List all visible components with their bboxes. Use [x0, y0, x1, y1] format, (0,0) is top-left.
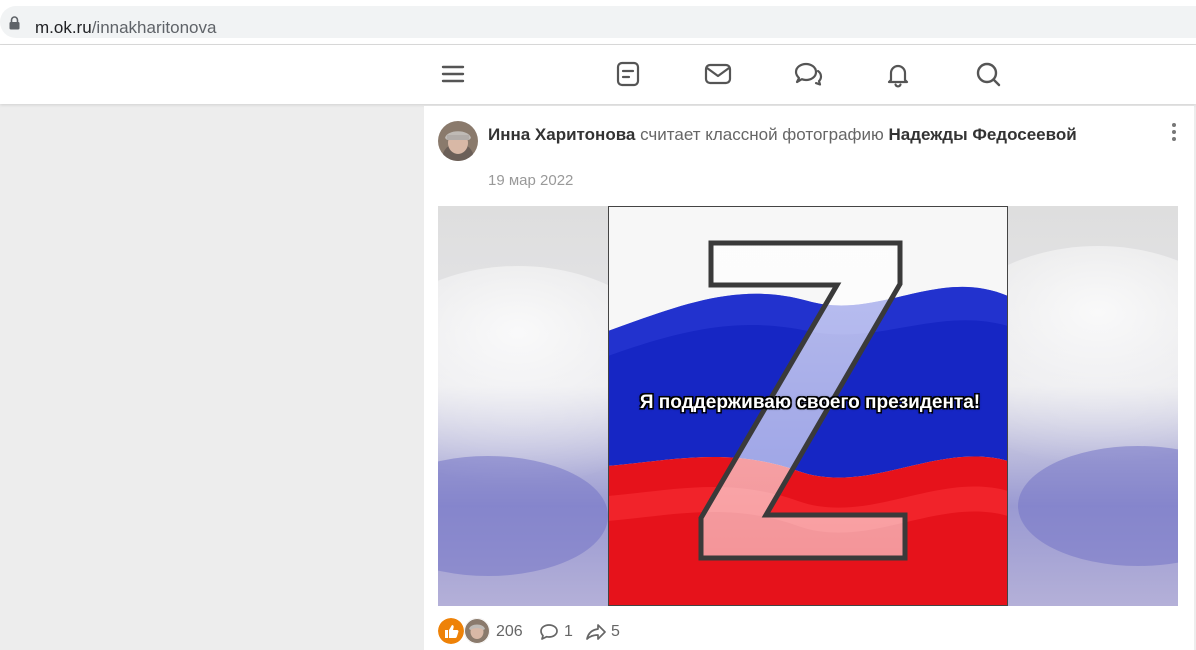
- photo-caption-text: Я поддерживаю своего президента!: [639, 392, 981, 413]
- post-action-text: считает классной фотографию: [635, 125, 889, 144]
- feed-post-card: Инна Харитонова считает классной фотогра…: [424, 106, 1194, 650]
- more-options-icon[interactable]: [1170, 121, 1178, 143]
- reactor-avatar[interactable]: [464, 618, 490, 644]
- discussions-icon[interactable]: [793, 59, 823, 89]
- notes-icon[interactable]: [613, 59, 643, 89]
- author-avatar[interactable]: [438, 121, 478, 161]
- messages-icon[interactable]: [703, 59, 733, 89]
- address-bar[interactable]: m.ok.ru/innakharitonova: [0, 6, 1196, 38]
- like-reaction-icon[interactable]: [438, 618, 464, 644]
- notifications-icon[interactable]: [883, 59, 913, 89]
- post-header-text: Инна Харитонова считает классной фотогра…: [488, 122, 1088, 147]
- menu-icon[interactable]: [438, 59, 468, 89]
- search-icon[interactable]: [973, 59, 1003, 89]
- likes-count[interactable]: 206: [496, 623, 523, 641]
- share-icon[interactable]: [586, 623, 606, 641]
- post-actions-bar: 206 1 5: [438, 618, 1178, 646]
- url-host: m.ok.ru: [35, 18, 92, 37]
- post-date: 19 мар 2022: [488, 172, 574, 189]
- comment-icon[interactable]: [539, 623, 559, 641]
- lock-icon: [9, 16, 20, 30]
- browser-toolbar: m.ok.ru/innakharitonova: [0, 0, 1196, 45]
- url-text[interactable]: m.ok.ru/innakharitonova: [35, 18, 216, 38]
- photo-owner-link[interactable]: Надежды Федосеевой: [888, 125, 1076, 144]
- top-navigation: [0, 45, 1196, 104]
- post-photo[interactable]: Я поддерживаю своего президента!: [438, 206, 1178, 606]
- shares-count[interactable]: 5: [611, 623, 620, 641]
- comments-count[interactable]: 1: [564, 623, 573, 641]
- url-path: /innakharitonova: [91, 18, 217, 37]
- author-name-link[interactable]: Инна Харитонова: [488, 125, 635, 144]
